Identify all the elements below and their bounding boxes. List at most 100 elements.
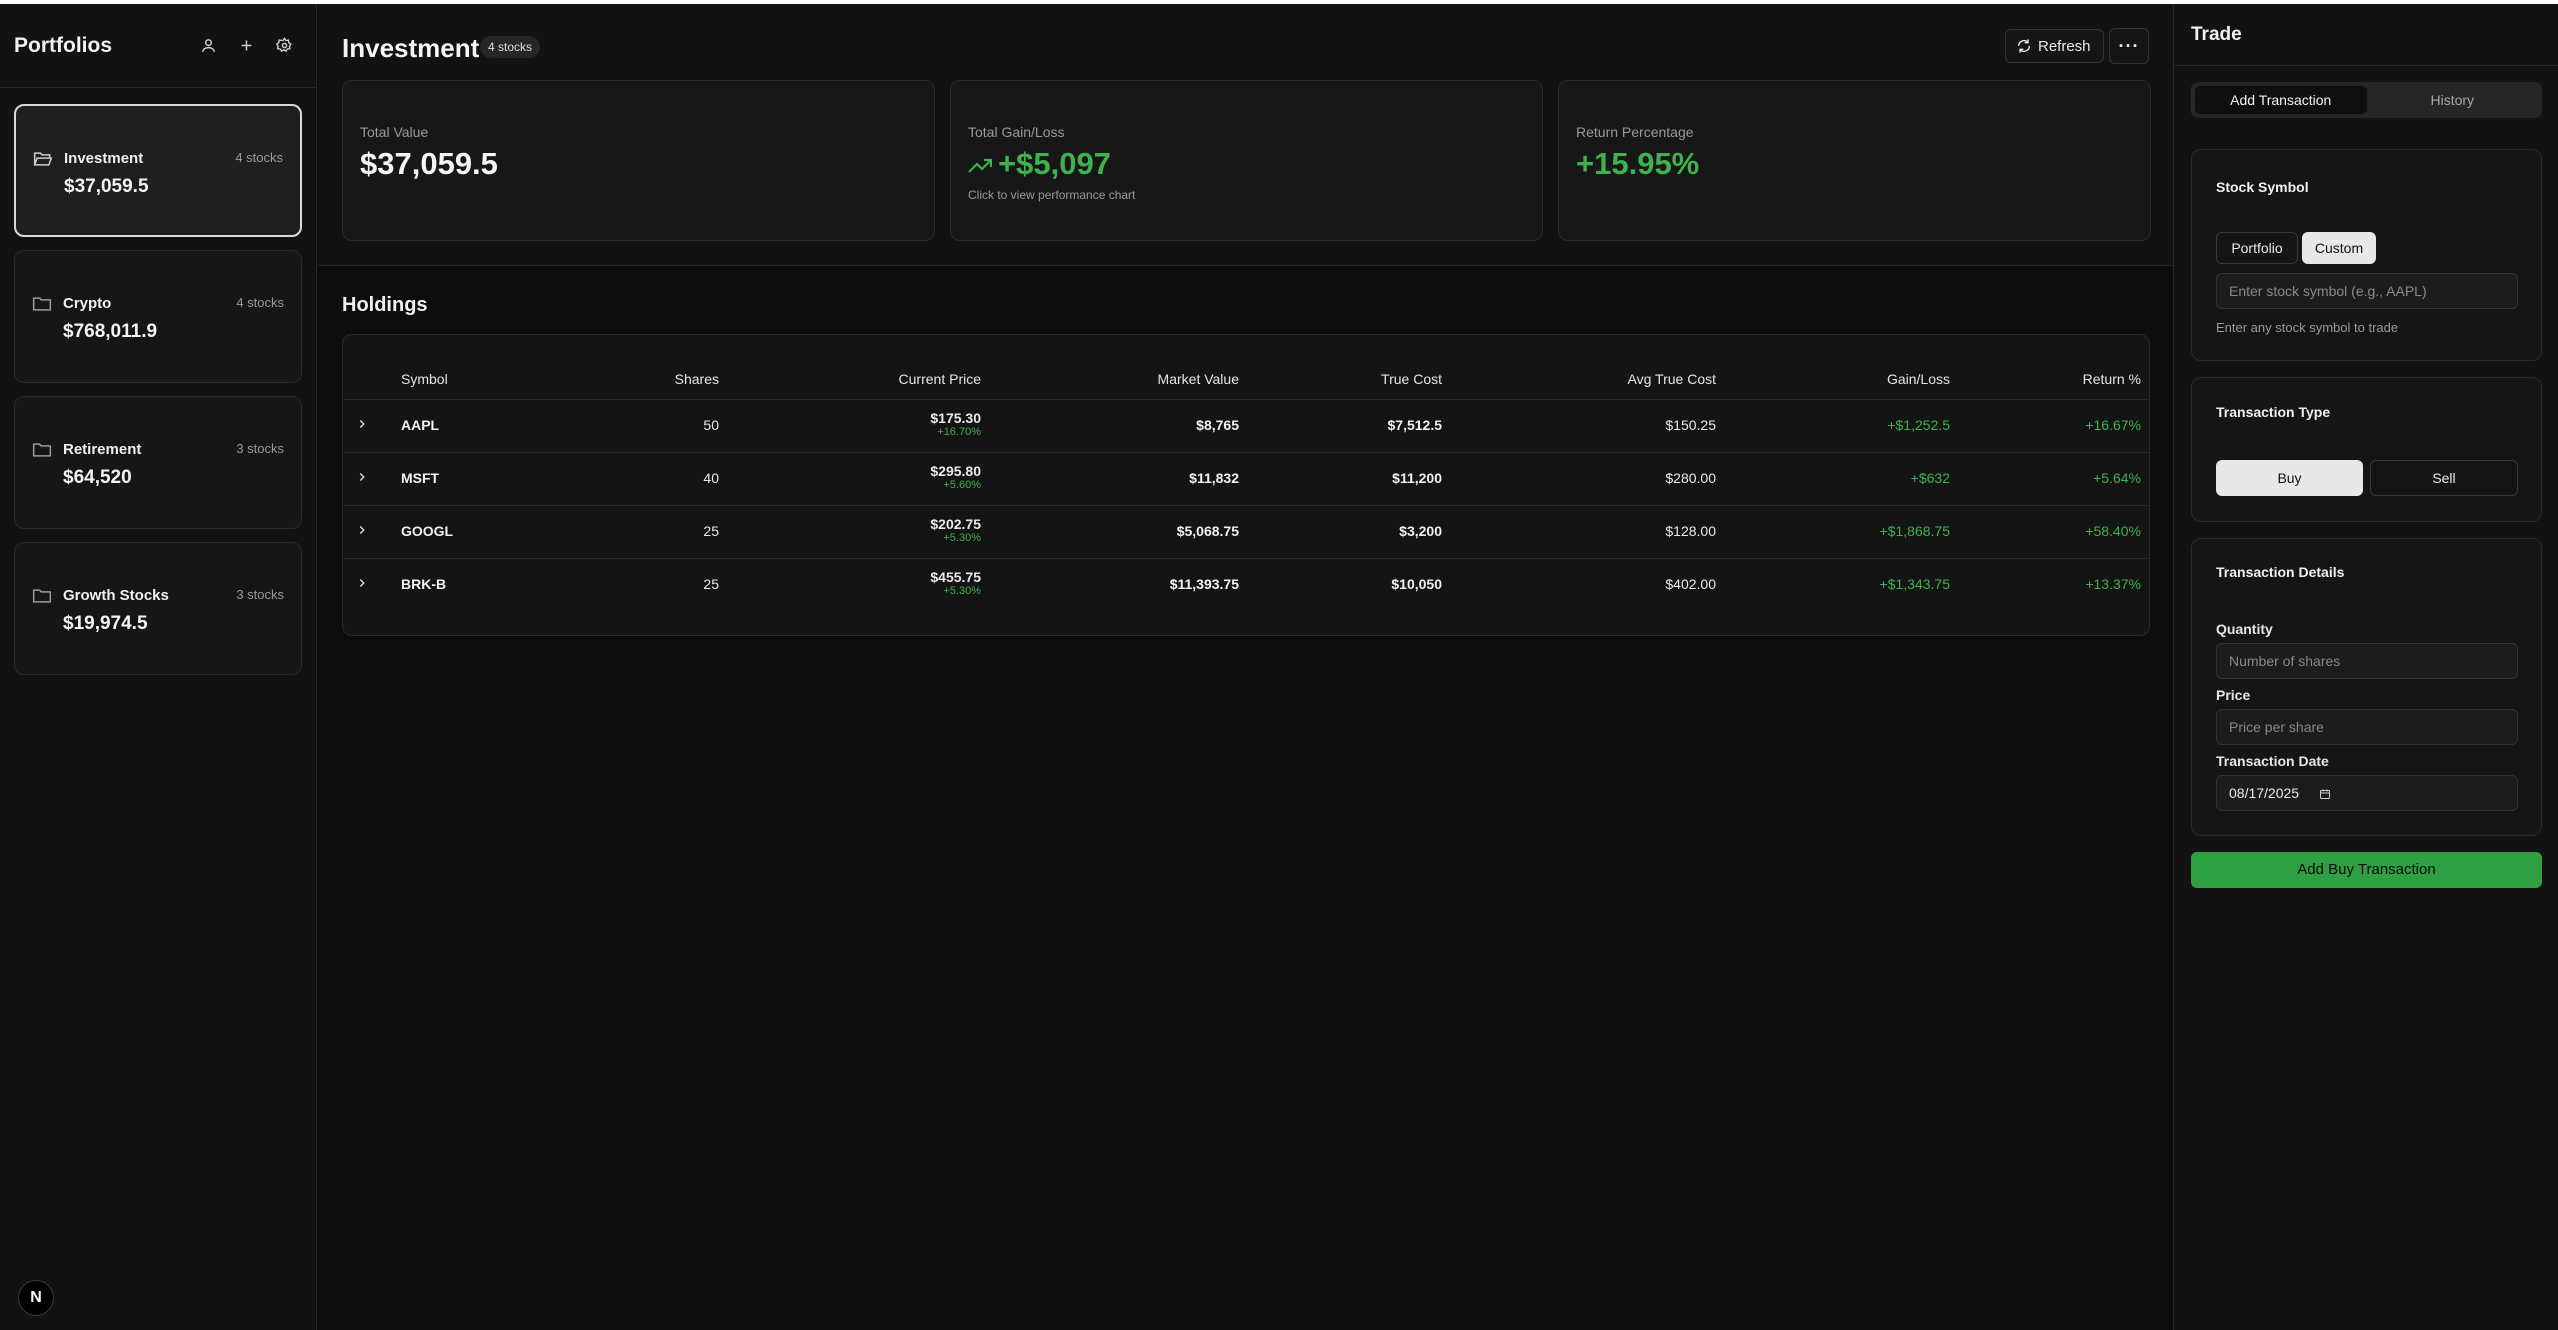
price-change: +5.60% — [943, 479, 981, 491]
chevron-right-icon[interactable] — [355, 523, 369, 537]
return-cell: +5.64% — [2093, 470, 2141, 486]
portfolio-list: Investment 4 stocks $37,059.5 Crypto 4 s… — [0, 88, 316, 675]
shares-cell: 25 — [703, 523, 719, 539]
column-header[interactable]: Shares — [675, 371, 719, 387]
stat-value: +15.95% — [1576, 146, 1700, 181]
portfolio-name: Growth Stocks — [63, 587, 169, 604]
price-input[interactable]: Price per share — [2216, 709, 2518, 745]
current-price: $202.75 — [930, 516, 981, 532]
trade-panel: Trade Add Transaction History Stock Symb… — [2173, 4, 2558, 1330]
portfolio-card-growth-stocks[interactable]: Growth Stocks 3 stocks $19,974.5 — [14, 542, 302, 675]
total-gain-card[interactable]: Total Gain/Loss +$5,097 Click to view pe… — [950, 80, 1543, 241]
chevron-right-icon[interactable] — [355, 417, 369, 431]
market-value-cell: $5,068.75 — [1176, 523, 1239, 539]
folder-open-icon — [33, 152, 53, 166]
portfolio-card-investment[interactable]: Investment 4 stocks $37,059.5 — [14, 104, 302, 237]
portfolio-name: Retirement — [63, 441, 142, 458]
tab-add-transaction[interactable]: Add Transaction — [2195, 86, 2367, 114]
avg-cost-cell: $128.00 — [1665, 523, 1716, 539]
column-header[interactable]: Return % — [2083, 371, 2141, 387]
portfolio-count: 4 stocks — [235, 150, 283, 165]
portfolio-card-retirement[interactable]: Retirement 3 stocks $64,520 — [14, 396, 302, 529]
refresh-icon — [2018, 39, 2030, 53]
quantity-label: Quantity — [2216, 621, 2273, 637]
main-content: Investment 4 stocks Refresh ··· Total Va… — [318, 4, 2173, 1330]
return-percentage-card: Return Percentage +15.95% — [1558, 80, 2151, 241]
price-label: Price — [2216, 687, 2251, 703]
row-divider — [343, 399, 2149, 400]
add-portfolio-icon[interactable] — [228, 28, 264, 64]
gear-icon[interactable] — [266, 28, 302, 64]
refresh-label: Refresh — [2038, 37, 2091, 55]
stock-symbol-panel: Stock Symbol Portfolio Custom Enter stoc… — [2191, 149, 2542, 361]
gain-cell: +$1,868.75 — [1879, 523, 1950, 539]
portfolio-count: 4 stocks — [236, 295, 284, 310]
portfolio-count: 3 stocks — [236, 587, 284, 602]
calendar-icon[interactable] — [2319, 788, 2331, 800]
transaction-details-panel: Transaction Details Quantity Number of s… — [2191, 538, 2542, 836]
trade-tabs: Add Transaction History — [2191, 82, 2542, 118]
market-value-cell: $11,393.75 — [1169, 576, 1239, 592]
date-value: 08/17/2025 — [2229, 785, 2300, 801]
stock-symbol-input[interactable]: Enter stock symbol (e.g., AAPL) — [2216, 273, 2518, 309]
summary-section: Investment 4 stocks Refresh ··· Total Va… — [318, 4, 2173, 266]
return-cell: +58.40% — [2085, 523, 2141, 539]
user-icon[interactable] — [190, 28, 226, 64]
stat-subtext: Click to view performance chart — [968, 188, 1136, 202]
quantity-input[interactable]: Number of shares — [2216, 643, 2518, 679]
sell-button[interactable]: Sell — [2370, 460, 2518, 496]
price-cell: $202.75 +5.30% — [930, 516, 981, 544]
buy-button[interactable]: Buy — [2216, 460, 2363, 496]
gain-value: +$5,097 — [998, 146, 1111, 181]
custom-mode-button[interactable]: Custom — [2302, 232, 2376, 264]
column-header[interactable]: True Cost — [1381, 371, 1442, 387]
more-options-button[interactable]: ··· — [2109, 28, 2149, 64]
avg-cost-cell: $280.00 — [1665, 470, 1716, 486]
stat-label: Total Value — [360, 124, 429, 140]
portfolio-value: $37,059.5 — [64, 176, 149, 197]
market-value-cell: $8,765 — [1196, 417, 1239, 433]
holdings-table: Symbol Shares Current Price Market Value… — [342, 334, 2150, 636]
shares-cell: 40 — [703, 470, 719, 486]
true-cost-cell: $7,512.5 — [1387, 417, 1443, 433]
current-price: $455.75 — [930, 569, 981, 585]
price-change: +5.30% — [943, 585, 981, 597]
column-header[interactable]: Current Price — [899, 371, 981, 387]
gain-cell: +$1,252.5 — [1887, 417, 1950, 433]
folder-icon — [32, 589, 52, 603]
trade-title: Trade — [2191, 24, 2242, 45]
row-divider — [343, 505, 2149, 506]
column-header[interactable]: Avg True Cost — [1628, 371, 1716, 387]
total-value-card: Total Value $37,059.5 — [342, 80, 935, 241]
stock-count-badge: 4 stocks — [480, 36, 541, 58]
portfolio-mode-button[interactable]: Portfolio — [2216, 232, 2298, 264]
chevron-right-icon[interactable] — [355, 576, 369, 590]
portfolio-card-crypto[interactable]: Crypto 4 stocks $768,011.9 — [14, 250, 302, 383]
more-icon: ··· — [2118, 35, 2140, 56]
stock-symbol-help: Enter any stock symbol to trade — [2216, 320, 2399, 335]
column-header[interactable]: Market Value — [1158, 371, 1239, 387]
stat-label: Total Gain/Loss — [968, 124, 1065, 140]
page-title: Investment — [342, 33, 480, 63]
transaction-type-panel: Transaction Type Buy Sell — [2191, 377, 2542, 522]
holdings-title: Holdings — [342, 294, 428, 316]
tab-history[interactable]: History — [2367, 86, 2539, 114]
refresh-button[interactable]: Refresh — [2005, 29, 2104, 63]
price-cell: $175.30 +16.70% — [930, 410, 981, 438]
folder-icon — [32, 297, 52, 311]
transaction-date-input[interactable]: 08/17/2025 — [2216, 775, 2518, 811]
symbol-cell: AAPL — [401, 417, 440, 433]
dev-badge[interactable]: N — [18, 1280, 54, 1316]
column-header[interactable]: Symbol — [401, 371, 448, 387]
portfolio-value: $19,974.5 — [63, 613, 148, 634]
add-buy-transaction-button[interactable]: Add Buy Transaction — [2191, 852, 2542, 888]
chevron-right-icon[interactable] — [355, 470, 369, 484]
trade-header: Trade — [2174, 4, 2558, 66]
trending-up-icon — [968, 158, 992, 173]
panel-title: Stock Symbol — [2216, 179, 2309, 195]
shares-cell: 50 — [703, 417, 719, 433]
portfolio-name: Crypto — [63, 295, 112, 312]
portfolio-count: 3 stocks — [236, 441, 284, 456]
column-header[interactable]: Gain/Loss — [1887, 371, 1950, 387]
price-change: +16.70% — [937, 426, 981, 438]
